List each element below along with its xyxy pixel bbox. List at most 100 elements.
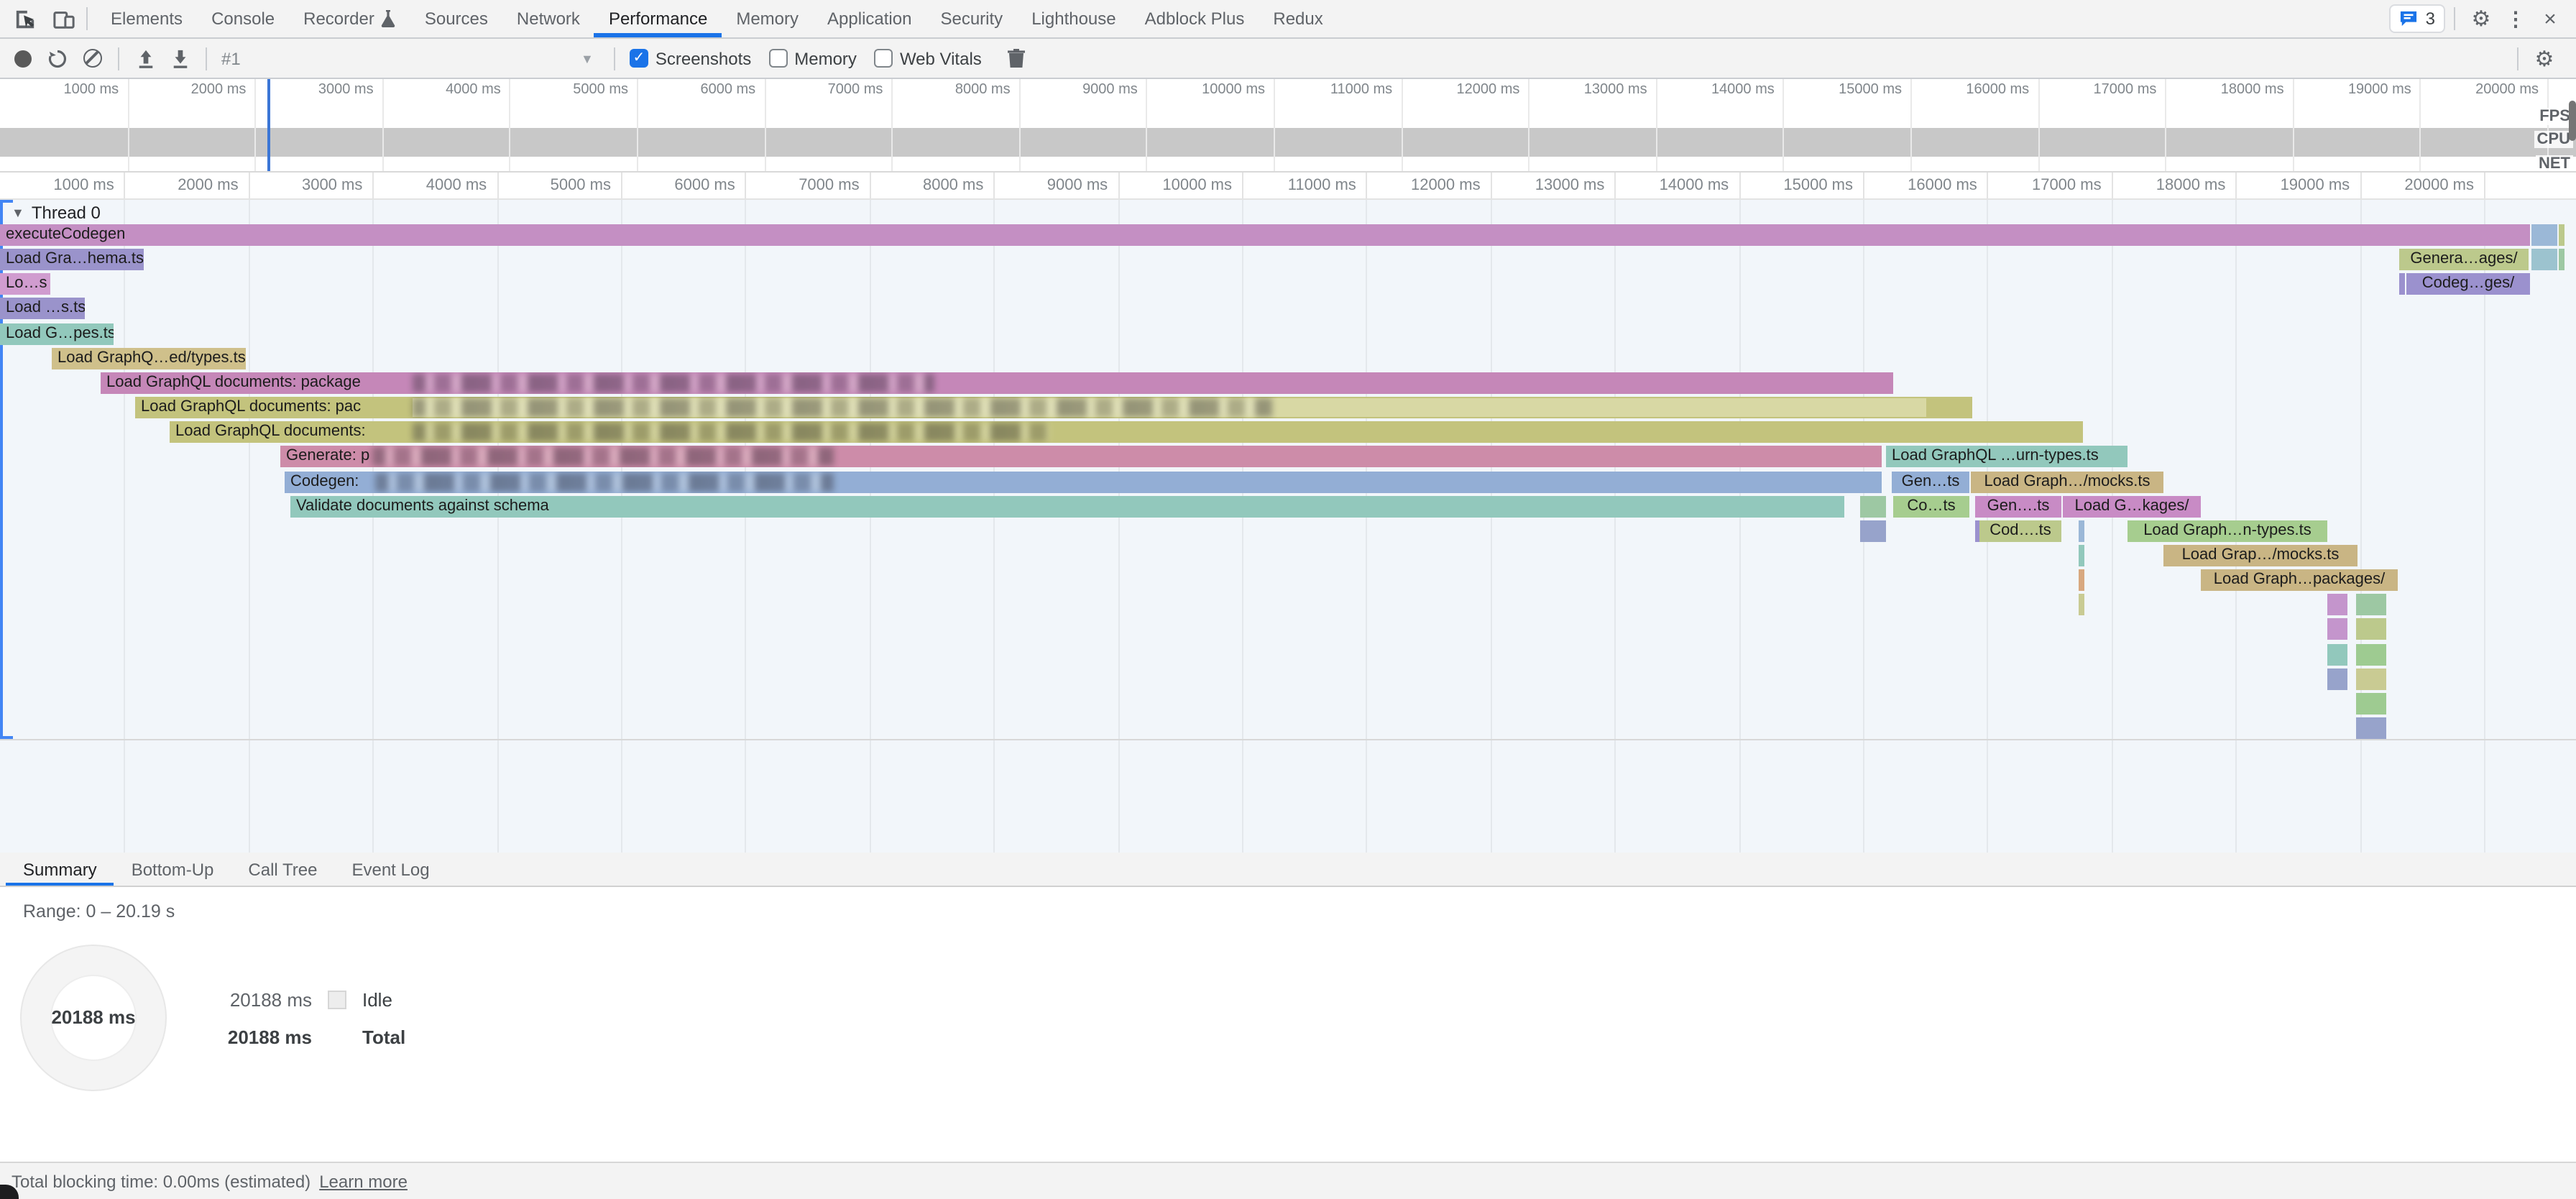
capture-settings-gear-icon[interactable]: ⚙: [2527, 44, 2562, 73]
tab-memory[interactable]: Memory: [722, 0, 813, 37]
clear-recording-icon[interactable]: [75, 42, 109, 74]
flame-bar[interactable]: Load GraphQL documents:: [170, 421, 2083, 443]
flame-bar-small[interactable]: [1860, 495, 1886, 517]
flame-bar-small[interactable]: [1860, 520, 1886, 542]
ruler-tick: [372, 173, 374, 198]
tab-console[interactable]: Console: [197, 0, 289, 37]
flame-bar[interactable]: Load G…pes.ts: [0, 323, 114, 344]
flame-bar-small[interactable]: [2559, 249, 2564, 270]
detail-tab-event-log[interactable]: Event Log: [334, 853, 446, 886]
tab-security[interactable]: Security: [926, 0, 1017, 37]
ruler-tick: [2112, 173, 2113, 198]
flame-bar[interactable]: Gen….ts: [1975, 495, 2061, 517]
flame-bar[interactable]: Load GraphQL documents: package: [101, 372, 1893, 394]
tab-adblock-plus[interactable]: Adblock Plus: [1131, 0, 1259, 37]
flame-bar[interactable]: Validate documents against schema: [290, 495, 1844, 517]
tab-recorder[interactable]: Recorder: [289, 0, 410, 37]
flame-bar-small[interactable]: [2356, 594, 2386, 616]
flame-bar[interactable]: Load …s.ts: [0, 298, 85, 320]
flame-bar-small[interactable]: [2079, 520, 2084, 542]
detail-tab-bottom-up[interactable]: Bottom-Up: [114, 853, 231, 886]
flame-bar-small[interactable]: [2327, 594, 2347, 616]
flame-bar[interactable]: Lo…s: [0, 274, 50, 295]
tab-redux[interactable]: Redux: [1259, 0, 1337, 37]
flame-bar[interactable]: Gen…ts: [1892, 471, 1969, 492]
flame-bar-small[interactable]: [2079, 569, 2084, 591]
overview-tick-label: 19000 ms: [2348, 82, 2417, 98]
detail-tab-call-tree[interactable]: Call Tree: [231, 853, 334, 886]
gridline: [2112, 200, 2113, 853]
tab-network[interactable]: Network: [502, 0, 594, 37]
download-profile-icon[interactable]: [162, 42, 197, 74]
flame-bar-small[interactable]: [2356, 643, 2386, 665]
flame-bar-small[interactable]: [2327, 619, 2347, 640]
trash-icon[interactable]: [999, 42, 1034, 74]
flame-bar-small[interactable]: [2356, 619, 2386, 640]
flame-bar-small[interactable]: [2356, 717, 2386, 739]
flame-bar-small[interactable]: [2079, 594, 2084, 616]
flame-bar[interactable]: Load Grap…/mocks.ts: [2163, 545, 2358, 566]
flame-bar[interactable]: Codegen:: [285, 471, 1882, 492]
flame-bar[interactable]: Load Graph…packages/: [2201, 569, 2398, 591]
learn-more-link[interactable]: Learn more: [319, 1171, 408, 1191]
panel-tabs: ElementsConsoleRecorderSourcesNetworkPer…: [96, 0, 1338, 37]
flame-bar-small[interactable]: [2327, 668, 2347, 689]
checkbox-unchecked-icon[interactable]: [768, 49, 787, 68]
overview-tick: [382, 79, 384, 171]
upload-profile-icon[interactable]: [128, 42, 162, 74]
flame-bar-small[interactable]: [2531, 224, 2557, 246]
tab-performance[interactable]: Performance: [594, 0, 722, 37]
flame-bar-small[interactable]: [2399, 274, 2405, 295]
flame-bar-small[interactable]: [2559, 224, 2564, 246]
thread-header[interactable]: ▼ Thread 0: [12, 203, 101, 223]
timeline-overview[interactable]: 1000 ms2000 ms3000 ms4000 ms5000 ms6000 …: [0, 79, 2576, 173]
settings-gear-icon[interactable]: ⚙: [2464, 4, 2498, 33]
tab-application[interactable]: Application: [813, 0, 926, 37]
device-toolbar-icon[interactable]: [49, 4, 78, 33]
flame-bar[interactable]: Load GraphQL documents: pac: [135, 397, 1972, 418]
checkbox-web-vitals[interactable]: Web Vitals: [874, 48, 982, 68]
redacted-text-region: [413, 398, 1272, 417]
flame-bar[interactable]: executeCodegen: [0, 224, 2530, 246]
tab-label: Adblock Plus: [1145, 9, 1245, 29]
issues-button[interactable]: 3: [2390, 4, 2445, 33]
flame-bar[interactable]: Load Graph…n-types.ts: [2128, 520, 2327, 542]
checkbox-memory[interactable]: Memory: [768, 48, 857, 68]
tab-elements[interactable]: Elements: [96, 0, 197, 37]
flame-bar[interactable]: Load GraphQL …urn-types.ts: [1886, 446, 2128, 468]
flame-bar-small[interactable]: [2327, 643, 2347, 665]
more-menu-icon[interactable]: ⋮: [2498, 4, 2533, 33]
flame-bar[interactable]: Genera…ages/: [2399, 249, 2529, 270]
flame-bar[interactable]: Load Graph…/mocks.ts: [1971, 471, 2163, 492]
checkbox-screenshots[interactable]: ✓Screenshots: [630, 48, 751, 68]
scrollbar-thumb[interactable]: [2569, 101, 2576, 141]
divider: [614, 47, 615, 70]
divider: [206, 47, 207, 70]
tab-lighthouse[interactable]: Lighthouse: [1017, 0, 1130, 37]
flame-bar-small[interactable]: [2531, 249, 2557, 270]
detail-tab-summary[interactable]: Summary: [6, 853, 114, 886]
record-button[interactable]: [6, 42, 40, 74]
tab-sources[interactable]: Sources: [410, 0, 502, 37]
flame-chart[interactable]: ▼ Thread 0 executeCodegen Load Gra…hema.t…: [0, 200, 2576, 853]
close-icon[interactable]: ×: [2533, 4, 2567, 33]
reload-and-record-button[interactable]: [40, 42, 75, 74]
flame-bar-small[interactable]: [2356, 693, 2386, 715]
flame-bar[interactable]: Load GraphQ…ed/types.ts: [52, 348, 246, 369]
flame-bar-small[interactable]: [2079, 545, 2084, 566]
flame-bar[interactable]: Codeg…ges/: [2406, 274, 2530, 295]
history-dropdown-caret[interactable]: ▼: [581, 51, 594, 65]
flame-bar[interactable]: Co…ts: [1893, 495, 1969, 517]
flame-bar-small[interactable]: [2356, 668, 2386, 689]
flame-bar[interactable]: Load G…kages/: [2063, 495, 2201, 517]
flame-bar[interactable]: Load Gra…hema.ts: [0, 249, 144, 270]
flame-bar[interactable]: Generate: p: [280, 446, 1882, 468]
checkbox-checked-icon[interactable]: ✓: [630, 49, 648, 68]
checkbox-unchecked-icon[interactable]: [874, 49, 893, 68]
ruler-tick: [621, 173, 622, 198]
history-selector[interactable]: #1: [221, 48, 423, 68]
ruler-tick: [870, 173, 871, 198]
overview-tick-label: 11000 ms: [1330, 82, 1398, 98]
flame-bar[interactable]: Cod….ts: [1979, 520, 2061, 542]
inspect-element-icon[interactable]: [10, 4, 39, 33]
